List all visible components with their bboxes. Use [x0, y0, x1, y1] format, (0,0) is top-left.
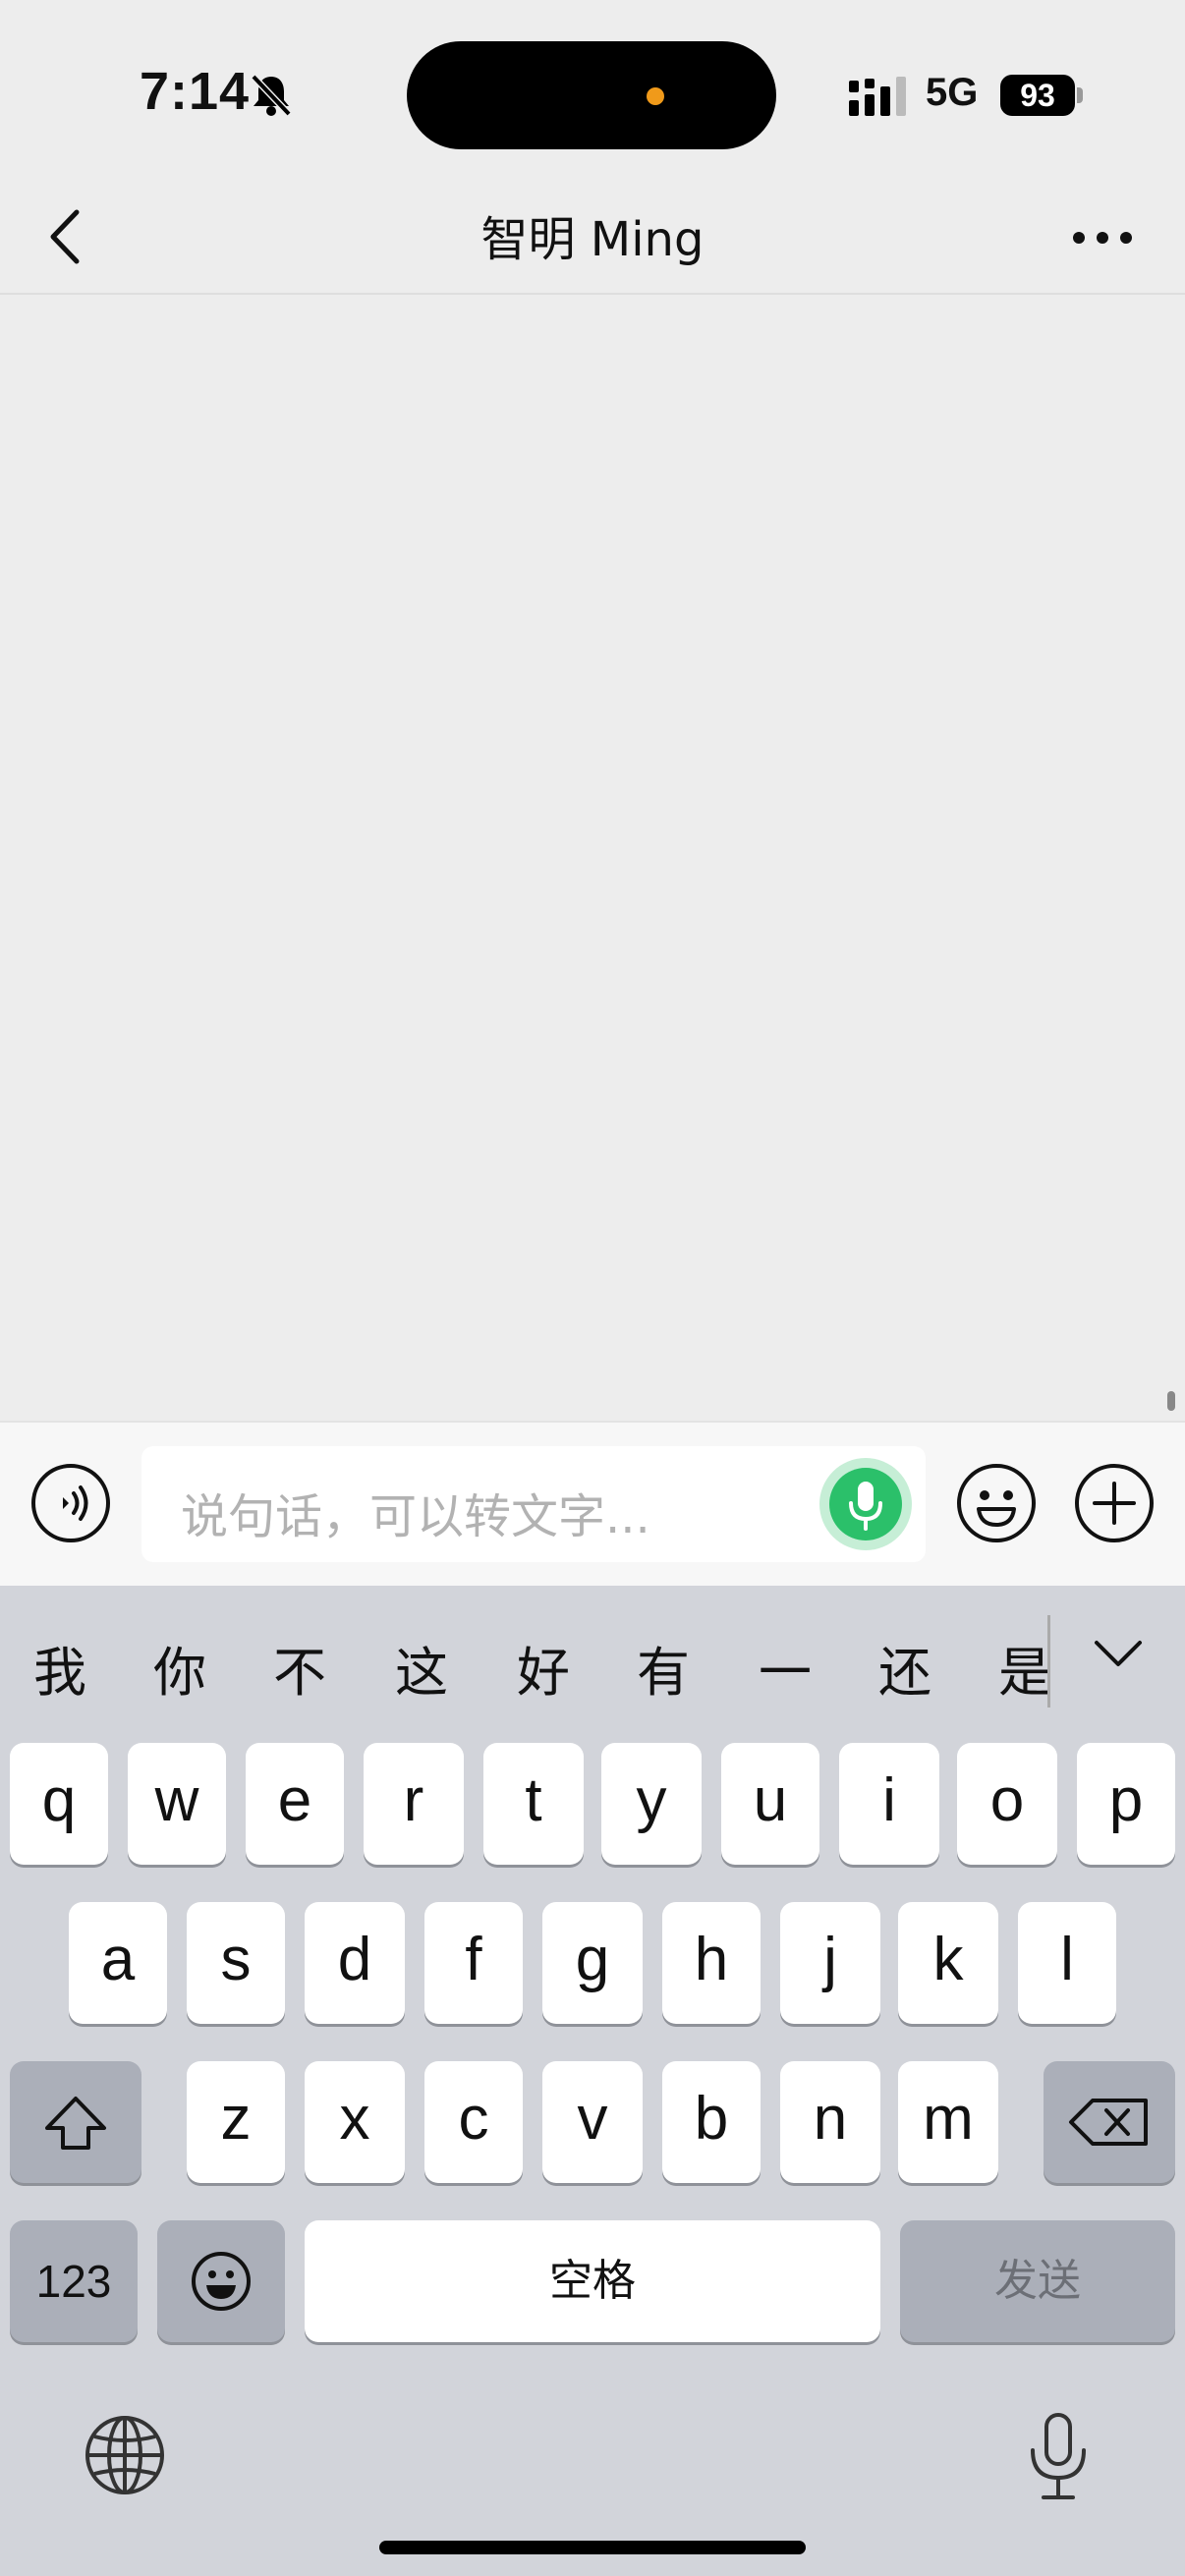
dictation-microphone-icon[interactable] — [1024, 2409, 1093, 2503]
more-options-icon[interactable] — [1071, 226, 1134, 250]
key-h[interactable]: h — [662, 1902, 761, 2024]
chat-header: 智明 Ming — [0, 187, 1185, 295]
chevron-down-icon[interactable] — [1093, 1637, 1144, 1670]
candidate-word[interactable]: 是 — [981, 1629, 1069, 1707]
key-f[interactable]: f — [424, 1902, 523, 2024]
key-k[interactable]: k — [898, 1902, 998, 2024]
message-list[interactable] — [0, 297, 1185, 1419]
key-r[interactable]: r — [364, 1743, 464, 1865]
key-j[interactable]: j — [780, 1902, 880, 2024]
candidate-divider — [1047, 1615, 1050, 1708]
speech-to-text-button[interactable] — [819, 1458, 912, 1550]
globe-icon[interactable] — [83, 2413, 167, 2497]
key-x[interactable]: x — [305, 2061, 405, 2183]
key-q[interactable]: q — [10, 1743, 108, 1865]
delete-key[interactable] — [1044, 2061, 1175, 2183]
key-l[interactable]: l — [1018, 1902, 1116, 2024]
status-bar: 7:14 5G 93 — [0, 0, 1185, 187]
numbers-key[interactable]: 123 — [10, 2220, 138, 2342]
key-g[interactable]: g — [542, 1902, 643, 2024]
shift-arrow-icon — [45, 2097, 106, 2150]
voice-input-toggle-icon[interactable] — [29, 1462, 112, 1544]
input-bar: 说句话，可以转文字... — [0, 1421, 1185, 1586]
key-w[interactable]: w — [128, 1743, 226, 1865]
key-a[interactable]: a — [69, 1902, 167, 2024]
candidate-word[interactable]: 你 — [136, 1629, 224, 1707]
key-t[interactable]: t — [483, 1743, 584, 1865]
message-input[interactable]: 说句话，可以转文字... — [141, 1446, 926, 1562]
emoji-smiley-icon — [192, 2252, 251, 2311]
keyboard: 我 你 不 这 好 有 一 还 是 q w e r t y u i o p a … — [0, 1586, 1185, 2576]
shift-key[interactable] — [10, 2061, 141, 2183]
candidate-word[interactable]: 还 — [861, 1629, 949, 1707]
candidate-word[interactable]: 有 — [619, 1629, 707, 1707]
candidate-word[interactable]: 一 — [741, 1629, 829, 1707]
key-y[interactable]: y — [601, 1743, 702, 1865]
key-e[interactable]: e — [246, 1743, 344, 1865]
key-m[interactable]: m — [898, 2061, 998, 2183]
silent-bell-icon — [251, 74, 292, 117]
cellular-signal-icon — [849, 77, 906, 116]
battery-indicator: 93 — [1000, 75, 1075, 116]
key-z[interactable]: z — [187, 2061, 285, 2183]
privacy-indicator-dot — [647, 87, 664, 105]
home-indicator[interactable] — [379, 2541, 806, 2554]
key-u[interactable]: u — [721, 1743, 819, 1865]
key-d[interactable]: d — [305, 1902, 405, 2024]
candidate-word[interactable]: 好 — [499, 1629, 588, 1707]
network-type: 5G — [926, 71, 979, 114]
key-o[interactable]: o — [957, 1743, 1057, 1865]
chat-title: 智明 Ming — [480, 212, 705, 267]
key-c[interactable]: c — [424, 2061, 523, 2183]
key-b[interactable]: b — [662, 2061, 761, 2183]
key-n[interactable]: n — [780, 2061, 880, 2183]
key-p[interactable]: p — [1077, 1743, 1175, 1865]
battery-tip — [1077, 87, 1083, 103]
emoji-key[interactable] — [157, 2220, 285, 2342]
message-input-placeholder: 说句话，可以转文字... — [181, 1489, 650, 1544]
send-key[interactable]: 发送 — [900, 2220, 1175, 2342]
scroll-indicator — [1167, 1391, 1175, 1411]
key-v[interactable]: v — [542, 2061, 643, 2183]
candidate-bar: 我 你 不 这 好 有 一 还 是 — [0, 1586, 1185, 1733]
status-time: 7:14 — [140, 62, 251, 121]
more-functions-plus-icon[interactable] — [1073, 1462, 1156, 1544]
candidate-word[interactable]: 不 — [255, 1629, 344, 1707]
backspace-icon — [1069, 2099, 1148, 2146]
microphone-icon — [849, 1482, 882, 1531]
candidate-word[interactable]: 我 — [16, 1629, 104, 1707]
dynamic-island — [407, 41, 776, 149]
candidate-word[interactable]: 这 — [377, 1629, 466, 1707]
emoji-smiley-icon[interactable] — [955, 1462, 1038, 1544]
key-s[interactable]: s — [187, 1902, 285, 2024]
space-key[interactable]: 空格 — [305, 2220, 880, 2342]
key-i[interactable]: i — [839, 1743, 939, 1865]
